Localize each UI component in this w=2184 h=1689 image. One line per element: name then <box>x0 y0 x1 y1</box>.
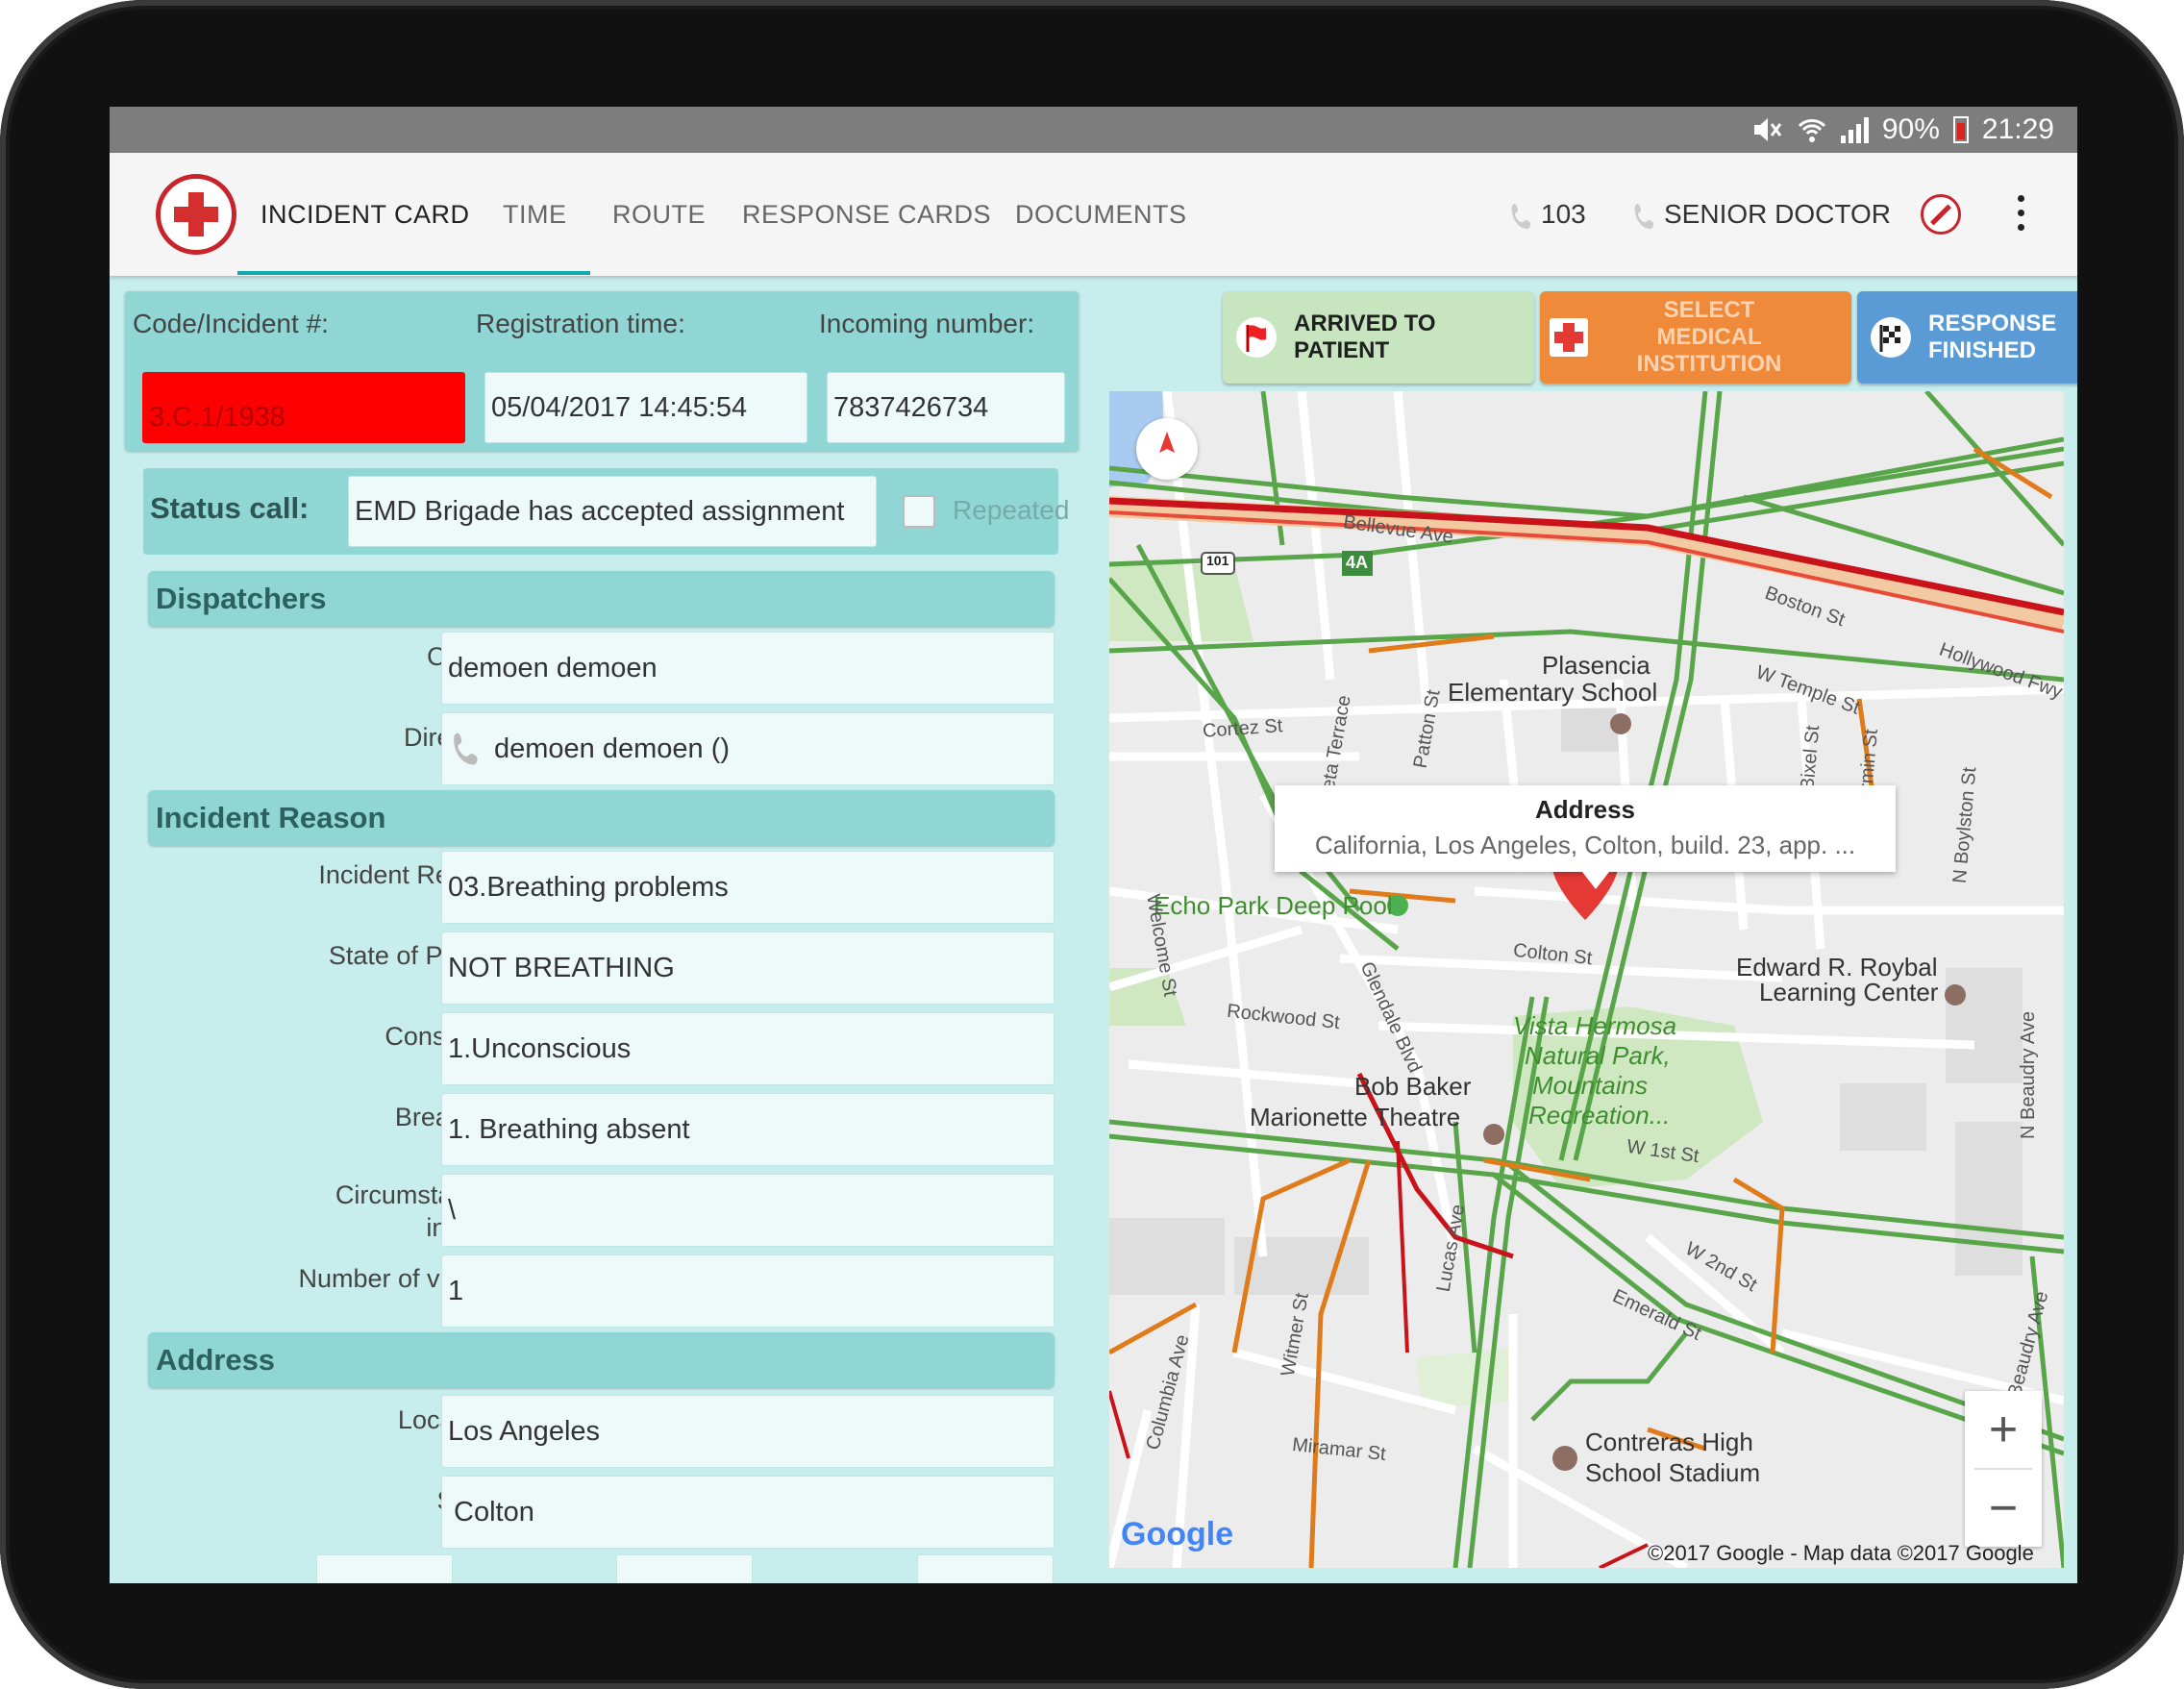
phone-icon <box>454 733 478 765</box>
map-panel: ARRIVED TO PATIENT SELECT MEDICAL INSTIT… <box>1109 276 2077 1583</box>
tab-response-cards[interactable]: RESPONSE CARDS <box>742 153 991 276</box>
wifi-icon <box>1797 115 1827 144</box>
map-label-roybal-2: Learning Center <box>1759 978 1939 1006</box>
screen: 90% 21:29 INCIDENT CARD TIME ROUTE RESPO… <box>110 107 2077 1583</box>
incident-form-panel: Code/Incident #: Registration time: Inco… <box>110 276 1103 1583</box>
finished-label: RESPONSE FINISHED <box>1928 310 2057 363</box>
checkered-flag-icon <box>1871 317 1911 358</box>
status-bar: 90% 21:29 <box>110 107 2077 153</box>
map-label-contreras-1: Contreras High <box>1585 1428 1753 1456</box>
zoom-in-button[interactable]: + <box>1965 1391 2042 1468</box>
phone-icon <box>1511 203 1530 229</box>
compass-button[interactable] <box>1136 418 1198 480</box>
select-medical-institution-button[interactable]: SELECT MEDICAL INSTITUTION <box>1540 291 1851 384</box>
tab-route[interactable]: ROUTE <box>612 153 706 276</box>
street-field[interactable]: Colton <box>441 1476 1055 1549</box>
info-window-text: California, Los Angeles, Colton, build. … <box>1314 831 1856 859</box>
app-bar: INCIDENT CARD TIME ROUTE RESPONSE CARDS … <box>110 153 2077 276</box>
map-label-vista-2: Natural Park, <box>1525 1041 1671 1070</box>
arrived-label: ARRIVED TO PATIENT <box>1294 310 1436 363</box>
red-flag-icon <box>1236 317 1277 358</box>
zoom-controls: + − <box>1965 1391 2042 1547</box>
dispatchers-section-header: Dispatchers <box>148 571 1055 627</box>
response-finished-button[interactable]: RESPONSE FINISHED <box>1857 291 2077 384</box>
tablet-frame: 90% 21:29 INCIDENT CARD TIME ROUTE RESPO… <box>0 0 2184 1689</box>
incident-header-card: Code/Incident #: Registration time: Inco… <box>125 291 1079 451</box>
google-logo: Google <box>1121 1516 1234 1552</box>
localities-field[interactable]: Los Angeles <box>441 1395 1055 1468</box>
circumstance-field[interactable]: \ <box>441 1174 1055 1247</box>
address-info-window[interactable]: Address California, Los Angeles, Colton,… <box>1275 785 1896 889</box>
address-section-header: Address <box>148 1332 1055 1388</box>
direction-field[interactable]: demoen demoen () <box>441 712 1055 785</box>
battery-icon <box>1952 116 1969 143</box>
code-field[interactable]: 3.C.1/1938 <box>142 372 465 443</box>
tab-time[interactable]: TIME <box>503 153 567 276</box>
incoming-number-label: Incoming number: <box>819 309 1035 338</box>
map-label-bob-baker-1: Bob Baker <box>1354 1072 1472 1101</box>
red-cross-icon <box>174 192 218 236</box>
map-label-vista-1: Vista Hermosa <box>1513 1011 1677 1040</box>
direction-value: demoen demoen () <box>494 733 731 764</box>
status-call-card: Status call: EMD Brigade has accepted as… <box>143 468 1069 555</box>
more-menu-icon[interactable] <box>2018 195 2025 234</box>
battery-percent: 90% <box>1881 113 1940 145</box>
apartment-field[interactable] <box>616 1554 753 1583</box>
map-label-bob-baker-2: Marionette Theatre <box>1250 1103 1461 1131</box>
signal-icon <box>1840 116 1869 143</box>
repeated-checkbox[interactable] <box>903 495 935 528</box>
info-window-title: Address <box>1534 795 1636 824</box>
incident-reason-field[interactable]: 03.Breathing problems <box>441 851 1055 924</box>
status-call-field[interactable]: EMD Brigade has accepted assignment <box>348 476 877 547</box>
zoom-out-button[interactable]: − <box>1965 1470 2042 1547</box>
phone-number: 103 <box>1541 199 1586 229</box>
map-label-elementary: Elementary School <box>1448 678 1658 707</box>
incident-reason-section-header: Incident Reason <box>148 790 1055 846</box>
role-button[interactable]: SENIOR DOCTOR <box>1633 153 1891 276</box>
map-label-echo-pool: Echo Park Deep Pool <box>1154 891 1393 920</box>
phone-number-button[interactable]: 103 <box>1510 153 1586 276</box>
route-101-shield: 101 <box>1206 553 1229 568</box>
entrance-field[interactable] <box>917 1554 1054 1583</box>
map-copyright[interactable]: ©2017 Google - Map data ©2017 Google <box>1648 1541 2034 1566</box>
map-label-vista-4: Recreation... <box>1528 1101 1671 1130</box>
active-tab-indicator <box>237 271 590 275</box>
registration-time-label: Registration time: <box>476 309 685 338</box>
map-label-beaudry: N Beaudry Ave <box>2018 1010 2040 1140</box>
map-label-vista-3: Mountains <box>1532 1071 1648 1100</box>
map-label-contreras-2: School Stadium <box>1585 1458 1761 1487</box>
conscious-field[interactable]: 1.Unconscious <box>441 1012 1055 1085</box>
number-of-victims-field[interactable]: 1 <box>441 1254 1055 1328</box>
app-logo <box>156 174 236 255</box>
arrived-to-patient-button[interactable]: ARRIVED TO PATIENT <box>1223 291 1534 384</box>
map-label-plasencia: Plasencia <box>1542 651 1650 680</box>
mute-icon <box>1752 115 1783 144</box>
repeated-label: Repeated <box>953 495 1070 525</box>
code-label: Code/Incident #: <box>133 309 329 338</box>
no-entry-icon[interactable] <box>1921 194 1961 235</box>
role-label: SENIOR DOCTOR <box>1664 199 1891 229</box>
incoming-number-field[interactable]: 7837426734 <box>827 372 1065 443</box>
status-call-label: Status call: <box>150 491 310 525</box>
phone-icon <box>1634 203 1653 229</box>
breathing-field[interactable]: 1. Breathing absent <box>441 1093 1055 1166</box>
calling-field[interactable]: demoen demoen <box>441 632 1055 705</box>
select-medical-label: SELECT MEDICAL INSTITUTION <box>1636 297 1782 377</box>
map-view[interactable]: Bellevue Ave 101 4A Boston St Hollywood … <box>1109 391 2064 1568</box>
state-of-patient-field[interactable]: NOT BREATHING <box>441 931 1055 1005</box>
tab-incident-card[interactable]: INCIDENT CARD <box>261 153 470 276</box>
tab-documents[interactable]: DOCUMENTS <box>1015 153 1187 276</box>
clock: 21:29 <box>1981 113 2054 145</box>
medical-cross-icon <box>1550 318 1588 357</box>
exit-4a-shield: 4A <box>1346 553 1369 572</box>
building-field[interactable] <box>316 1554 453 1583</box>
registration-time-field[interactable]: 05/04/2017 14:45:54 <box>484 372 807 443</box>
